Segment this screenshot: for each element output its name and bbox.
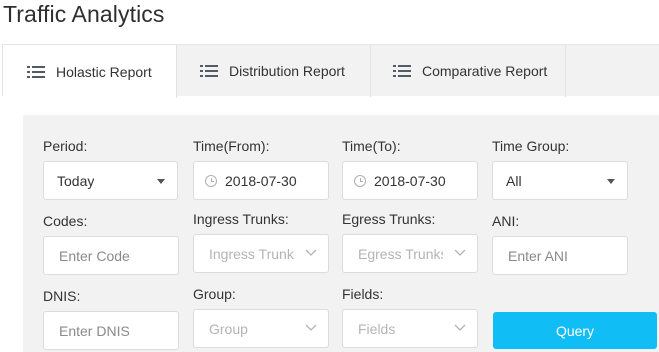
tab-label: Holastic Report [56, 63, 152, 80]
caret-down-icon [607, 179, 615, 184]
chevron-down-icon [305, 249, 317, 256]
dnis-input[interactable]: Enter DNIS [43, 311, 179, 350]
group-select[interactable]: Group [193, 309, 329, 348]
chevron-down-icon [305, 324, 317, 331]
clock-icon [354, 174, 366, 187]
page-title: Traffic Analytics [3, 1, 165, 27]
group-label: Group: [193, 286, 236, 302]
list-icon [27, 65, 45, 79]
time-group-select[interactable]: All [492, 161, 628, 200]
dnis-label: DNIS: [43, 288, 81, 304]
filter-panel: Period: Today Time(From): 2018-07-30 Tim… [23, 115, 659, 352]
chevron-down-icon [454, 249, 466, 256]
time-to-label: Time(To): [342, 138, 401, 154]
egress-trunks-label: Egress Trunks: [342, 211, 436, 227]
codes-label: Codes: [43, 213, 88, 229]
ingress-trunks-select[interactable]: Ingress Trunks [193, 234, 329, 273]
clock-icon [205, 174, 217, 187]
list-icon [393, 64, 411, 78]
codes-input[interactable]: Enter Code [43, 236, 179, 275]
fields-label: Fields: [342, 286, 384, 302]
period-select[interactable]: Today [43, 161, 178, 200]
tab-label: Distribution Report [229, 63, 345, 79]
query-button[interactable]: Query [493, 312, 657, 349]
time-to-picker[interactable]: 2018-07-30 [342, 161, 478, 200]
report-tabs: Holastic Report Distribution Report Comp… [2, 44, 659, 98]
ingress-trunks-label: Ingress Trunks: [193, 211, 289, 227]
tab-label: Comparative Report [422, 63, 548, 79]
chevron-down-icon [454, 324, 466, 331]
tab-distribution-report[interactable]: Distribution Report [177, 45, 371, 97]
tab-comparative-report[interactable]: Comparative Report [371, 45, 566, 97]
ani-label: ANI: [492, 213, 520, 229]
caret-down-icon [157, 179, 165, 184]
time-from-picker[interactable]: 2018-07-30 [193, 161, 329, 200]
list-icon [200, 64, 218, 78]
period-label: Period: [43, 138, 88, 154]
time-from-label: Time(From): [193, 138, 270, 154]
tab-holastic-report[interactable]: Holastic Report [3, 45, 177, 98]
time-group-label: Time Group: [492, 138, 570, 154]
ani-input[interactable]: Enter ANI [492, 236, 628, 275]
egress-trunks-select[interactable]: Egress Trunks [342, 234, 478, 273]
fields-select[interactable]: Fields [342, 309, 478, 348]
